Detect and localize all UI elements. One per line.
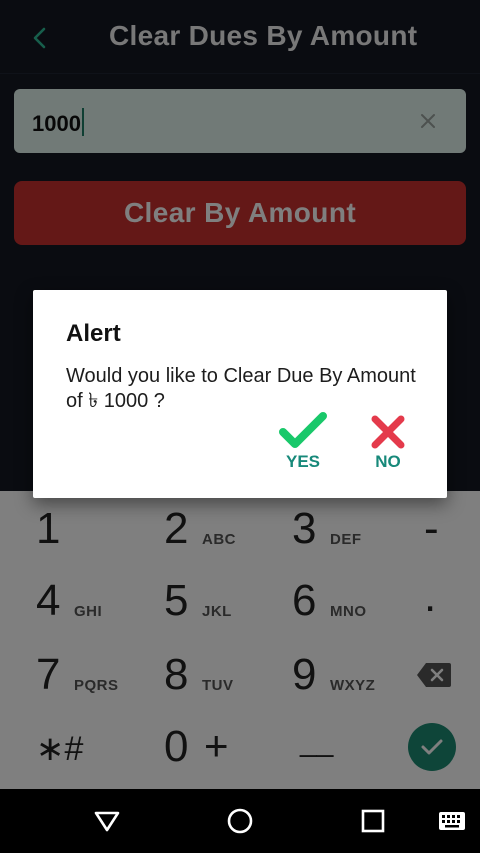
nav-home-button[interactable] bbox=[220, 805, 260, 837]
keyboard-icon bbox=[439, 812, 465, 830]
system-nav-bar bbox=[0, 789, 480, 853]
yes-button[interactable]: YES bbox=[271, 412, 335, 474]
nav-recents-button[interactable] bbox=[353, 805, 393, 837]
no-x-icon bbox=[356, 412, 420, 452]
no-button[interactable]: NO bbox=[356, 412, 420, 474]
alert-dialog: Alert Would you like to Clear Due By Amo… bbox=[33, 290, 447, 498]
no-label: NO bbox=[375, 452, 401, 471]
circle-home-icon bbox=[227, 808, 253, 834]
yes-label: YES bbox=[285, 452, 321, 471]
square-recents-icon bbox=[361, 809, 385, 833]
yes-check-icon bbox=[271, 412, 335, 452]
nav-keyboard-button[interactable] bbox=[432, 805, 472, 837]
dialog-message: Would you like to Clear Due By Amount of… bbox=[66, 365, 416, 412]
dialog-title: Alert bbox=[66, 320, 121, 347]
triangle-back-icon bbox=[94, 811, 120, 832]
nav-back-button[interactable] bbox=[87, 805, 127, 837]
